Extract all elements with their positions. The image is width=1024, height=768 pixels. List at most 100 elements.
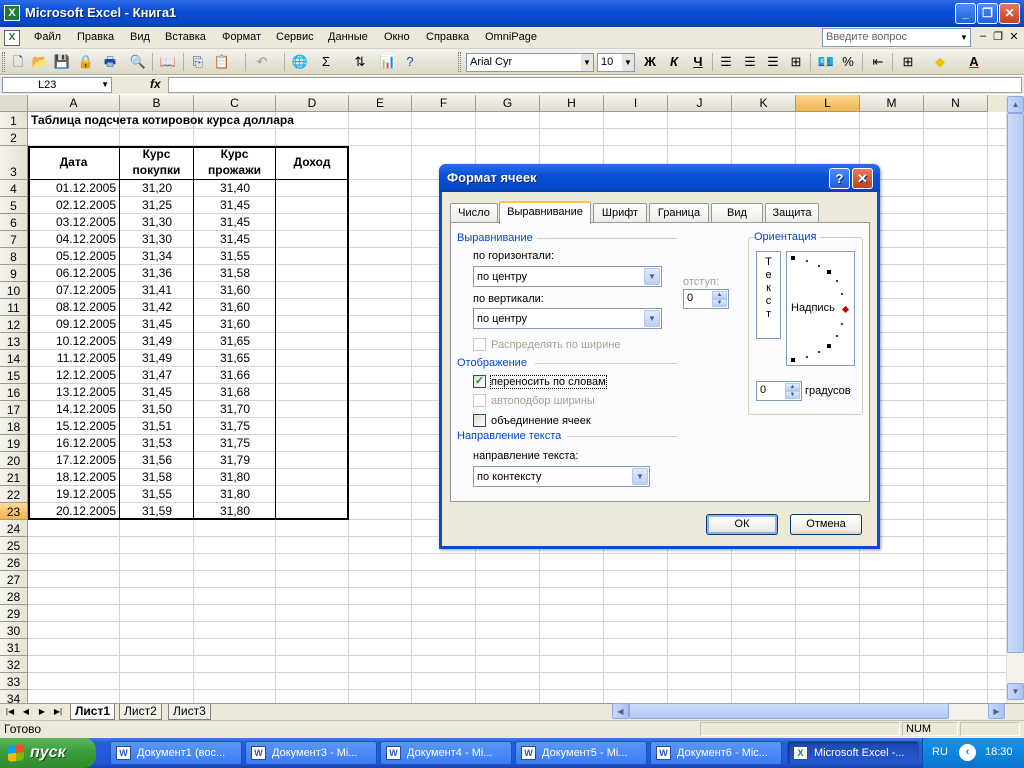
workbook-icon[interactable]: X [4,30,20,46]
italic-button[interactable]: К [664,52,684,72]
table-cell[interactable]: 31,50 [120,401,194,417]
row-header-27[interactable]: 27 [0,571,28,588]
row-header-6[interactable]: 6 [0,214,28,231]
row-header-22[interactable]: 22 [0,486,28,503]
degrees-spinner[interactable]: 0 ▲ ▼ [756,381,802,401]
chevron-down-icon[interactable]: ▼ [622,54,634,71]
sheet-tab-2[interactable]: Лист2 [119,704,162,720]
table-cell[interactable]: 31,30 [120,231,194,247]
column-header-f[interactable]: F [412,95,476,112]
row-header-9[interactable]: 9 [0,265,28,282]
insert-function-icon[interactable]: fx [150,77,161,91]
table-cell[interactable]: 10.12.2005 [28,333,116,349]
column-header-c[interactable]: C [194,95,276,112]
hyperlink-icon[interactable]: 🌐 [290,52,310,72]
row-header-24[interactable]: 24 [0,520,28,537]
row-header-19[interactable]: 19 [0,435,28,452]
menu-help[interactable]: Справка [426,31,469,43]
row-header-28[interactable]: 28 [0,588,28,605]
row-header-10[interactable]: 10 [0,282,28,299]
column-header-l[interactable]: L [796,95,860,112]
table-cell[interactable]: 31,65 [194,350,276,366]
task-document1[interactable]: W Документ1 (вос... [110,741,242,765]
tab-border[interactable]: Граница [649,203,709,223]
font-color-icon[interactable]: A [964,52,984,72]
table-cell[interactable]: 31,45 [120,384,194,400]
workbook-minimize-icon[interactable]: – [976,30,990,42]
task-document4[interactable]: W Документ4 - Mi... [380,741,512,765]
spin-up-icon[interactable]: ▲ [712,291,727,299]
row-header-18[interactable]: 18 [0,418,28,435]
column-header-e[interactable]: E [349,95,412,112]
distribute-checkbox[interactable] [473,338,486,351]
row-header-5[interactable]: 5 [0,197,28,214]
table-cell[interactable]: 08.12.2005 [28,299,116,315]
help-question-input[interactable]: Введите вопрос ▼ [822,28,971,47]
row-header-30[interactable]: 30 [0,622,28,639]
toolbar-grip[interactable] [2,52,5,72]
dialog-title-bar[interactable]: Формат ячеек ? ✕ [439,164,880,192]
row-header-4[interactable]: 4 [0,180,28,197]
table-cell[interactable]: 14.12.2005 [28,401,116,417]
row-header-17[interactable]: 17 [0,401,28,418]
excel-app-icon[interactable]: X [4,5,20,21]
underline-button[interactable]: Ч [688,52,708,72]
table-cell[interactable]: 02.12.2005 [28,197,116,213]
menu-file[interactable]: Файл [34,31,61,43]
table-cell[interactable]: 31,41 [120,282,194,298]
row-header-2[interactable]: 2 [0,129,28,146]
workbook-close-icon[interactable]: ✕ [1007,30,1021,43]
table-cell[interactable]: 19.12.2005 [28,486,116,502]
table-cell[interactable]: 31,68 [194,384,276,400]
fill-color-icon[interactable]: ◆ [930,52,950,72]
table-cell[interactable]: 06.12.2005 [28,265,116,281]
copy-icon[interactable]: ⎘ [188,52,208,72]
table-cell[interactable]: 31,70 [194,401,276,417]
decrease-indent-icon[interactable]: ⇤ [868,52,888,72]
menu-insert[interactable]: Вставка [165,31,206,43]
table-cell[interactable]: 31,53 [120,435,194,451]
row-header-21[interactable]: 21 [0,469,28,486]
menu-format[interactable]: Формат [222,31,261,43]
table-cell[interactable]: 15.12.2005 [28,418,116,434]
row-header-8[interactable]: 8 [0,248,28,265]
print-preview-icon[interactable]: 🔍 [128,52,148,72]
table-cell[interactable]: 31,45 [194,197,276,213]
column-header-m[interactable]: M [860,95,924,112]
task-excel[interactable]: X Microsoft Excel -... [787,741,919,765]
spin-up-icon[interactable]: ▲ [785,383,800,391]
table-cell[interactable]: 31,49 [120,350,194,366]
first-sheet-icon[interactable]: |◀ [4,705,16,719]
row-header-16[interactable]: 16 [0,384,28,401]
row-header-23[interactable]: 23 [0,503,28,520]
task-document6[interactable]: W Документ6 - Mic... [650,741,782,765]
permission-icon[interactable]: 🔒 [76,52,96,72]
dialog-close-button[interactable]: ✕ [852,168,873,189]
row-header-20[interactable]: 20 [0,452,28,469]
font-size-select[interactable]: 10 ▼ [597,53,635,72]
table-header-cell[interactable]: Курс прожажи [194,146,275,179]
table-cell[interactable]: 31,60 [194,316,276,332]
table-cell[interactable]: 31,42 [120,299,194,315]
menu-window[interactable]: Окно [384,31,410,43]
table-cell[interactable]: 07.12.2005 [28,282,116,298]
table-header-cell[interactable]: Курс покупки [120,146,193,179]
table-cell[interactable]: 31,45 [194,214,276,230]
table-cell[interactable]: 31,47 [120,367,194,383]
row-header-26[interactable]: 26 [0,554,28,571]
chevron-down-icon[interactable]: ▼ [101,78,109,92]
scroll-left-icon[interactable]: ◀ [612,703,629,719]
row-header-11[interactable]: 11 [0,299,28,316]
font-name-select[interactable]: Arial Cyr ▼ [466,53,594,72]
sort-ascending-icon[interactable]: ⇅ [350,52,370,72]
task-document5[interactable]: W Документ5 - Mi... [515,741,647,765]
row-header-1[interactable]: 1 [0,112,28,129]
table-cell[interactable]: 31,58 [120,469,194,485]
sheet-tab-1[interactable]: Лист1 [70,704,116,720]
menu-tools[interactable]: Сервис [276,31,314,43]
row-header-14[interactable]: 14 [0,350,28,367]
name-box[interactable]: L23 ▼ [2,77,112,93]
new-icon[interactable]: 🗋 [8,52,28,72]
menu-edit[interactable]: Правка [77,31,114,43]
table-cell[interactable]: 31,25 [120,197,194,213]
